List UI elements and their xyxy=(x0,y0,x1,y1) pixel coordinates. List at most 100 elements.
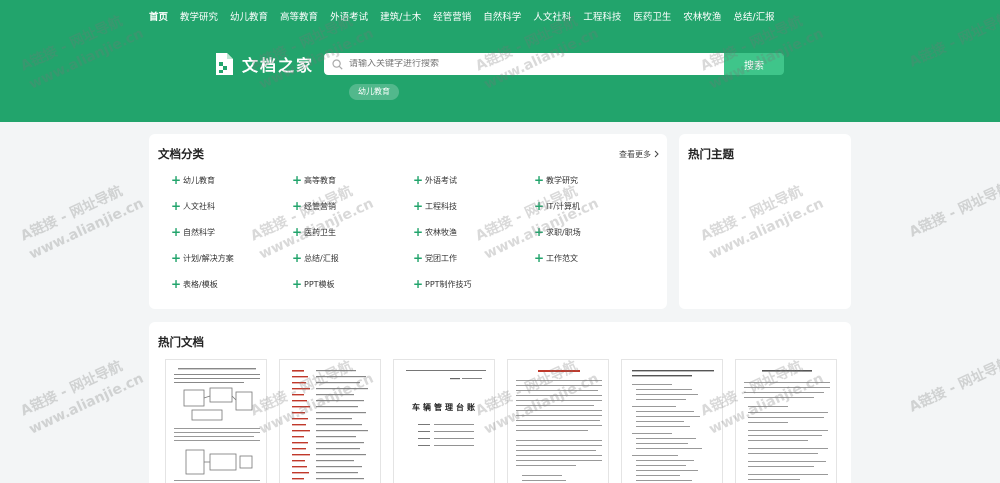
category-item[interactable]: + 高等教育 xyxy=(292,173,413,187)
view-more-label: 查看更多 xyxy=(619,150,651,159)
category-label: 计划/解决方案 xyxy=(183,253,234,263)
watermark: A链接 - 网址导航 xyxy=(906,179,1000,241)
category-label: 高等教育 xyxy=(304,175,336,185)
category-label: 外语考试 xyxy=(425,175,457,185)
plus-icon: + xyxy=(171,199,182,213)
watermark: A链接 - 网址导航 www.alianjie.cn xyxy=(18,183,147,263)
category-item[interactable]: + 幼儿教育 xyxy=(171,173,292,187)
nav-item-language-exams[interactable]: 外语考试 xyxy=(324,10,374,26)
category-item[interactable]: + PPT模板 xyxy=(292,277,413,291)
category-label: 工作范文 xyxy=(546,253,578,263)
category-label: 工程科技 xyxy=(425,201,457,211)
plus-icon: + xyxy=(171,225,182,239)
category-item[interactable]: + IT/计算机 xyxy=(534,199,655,213)
plus-icon: + xyxy=(292,199,303,213)
nav-item-engineering[interactable]: 工程科技 xyxy=(577,10,627,26)
search-input[interactable] xyxy=(349,59,709,69)
nav-item-agriculture[interactable]: 农林牧渔 xyxy=(677,10,727,26)
plus-icon: + xyxy=(292,225,303,239)
category-panel: 文档分类 查看更多 + 幼儿教育 + 高等教育 + 外语考试 + 教学研究 + 人文社科 … xyxy=(149,134,667,309)
category-label: PPT模板 xyxy=(304,279,335,289)
category-item[interactable]: + 计划/解决方案 xyxy=(171,251,292,265)
search-box xyxy=(324,53,724,75)
plus-icon: + xyxy=(171,173,182,187)
category-item[interactable]: + 工作范文 xyxy=(534,251,655,265)
nav-item-home[interactable]: 首页 xyxy=(143,10,174,26)
watermark: A链接 - 网址导航 xyxy=(906,354,1000,416)
search-button[interactable]: 搜索 xyxy=(724,53,784,75)
category-item[interactable]: + 总结/汇报 xyxy=(292,251,413,265)
plus-icon: + xyxy=(534,251,545,265)
header: 首页 教学研究 幼儿教育 高等教育 外语考试 建筑/土木 经管营销 自然科学 人… xyxy=(0,0,1000,122)
hot-topics-title: 热门主题 xyxy=(686,147,736,162)
hot-topics-panel: 热门主题 xyxy=(679,134,851,309)
plus-icon: + xyxy=(292,173,303,187)
plus-icon: + xyxy=(534,173,545,187)
plus-icon: + xyxy=(413,173,424,187)
doc-thumbnail[interactable] xyxy=(279,359,381,483)
logo-text: 文档之家 xyxy=(242,56,315,75)
category-label: 经管营销 xyxy=(304,201,336,211)
category-item[interactable]: + 医药卫生 xyxy=(292,225,413,239)
category-label: 总结/汇报 xyxy=(304,253,339,263)
plus-icon: + xyxy=(413,225,424,239)
category-label: 表格/模板 xyxy=(183,279,218,289)
category-label: 求职/职场 xyxy=(546,227,581,237)
category-item[interactable]: + 教学研究 xyxy=(534,173,655,187)
nav-item-business[interactable]: 经管营销 xyxy=(427,10,477,26)
category-item[interactable]: + 工程科技 xyxy=(413,199,534,213)
search-bar: 搜索 xyxy=(324,53,784,75)
document-logo-icon xyxy=(214,53,234,75)
hot-docs-title: 热门文档 xyxy=(156,335,206,350)
plus-icon: + xyxy=(413,199,424,213)
site-logo[interactable]: 文档之家 xyxy=(214,52,314,76)
nav-item-construction[interactable]: 建筑/土木 xyxy=(374,10,427,26)
nav-item-medicine[interactable]: 医药卫生 xyxy=(627,10,677,26)
doc-thumbnail[interactable] xyxy=(735,359,837,483)
category-label: 农林牧渔 xyxy=(425,227,457,237)
category-label: PPT制作技巧 xyxy=(425,279,472,289)
category-item[interactable]: + PPT制作技巧 xyxy=(413,277,534,291)
category-label: 幼儿教育 xyxy=(183,175,215,185)
plus-icon: + xyxy=(292,277,303,291)
plus-icon: + xyxy=(413,277,424,291)
doc-list: 车辆管理台账 xyxy=(165,359,837,483)
category-item[interactable]: + 自然科学 xyxy=(171,225,292,239)
chevron-right-icon xyxy=(654,150,659,160)
category-item[interactable]: + 经管营销 xyxy=(292,199,413,213)
nav-item-higher-education[interactable]: 高等教育 xyxy=(274,10,324,26)
plus-icon: + xyxy=(292,251,303,265)
category-label: 教学研究 xyxy=(546,175,578,185)
category-title: 文档分类 xyxy=(156,147,206,162)
hot-docs-panel: 热门文档 车辆管理台账 xyxy=(149,322,851,483)
nav-item-natural-science[interactable]: 自然科学 xyxy=(477,10,527,26)
plus-icon: + xyxy=(413,251,424,265)
watermark: A链接 - 网址导航 www.alianjie.cn xyxy=(18,358,147,438)
nav-item-humanities[interactable]: 人文社科 xyxy=(527,10,577,26)
doc-thumbnail[interactable] xyxy=(621,359,723,483)
category-item[interactable]: + 外语考试 xyxy=(413,173,534,187)
hot-search-tag[interactable]: 幼儿教育 xyxy=(349,84,399,100)
category-item[interactable]: + 党团工作 xyxy=(413,251,534,265)
category-label: IT/计算机 xyxy=(546,201,580,211)
nav-item-summary[interactable]: 总结/汇报 xyxy=(727,10,780,26)
category-label: 自然科学 xyxy=(183,227,215,237)
top-nav: 首页 教学研究 幼儿教育 高等教育 外语考试 建筑/土木 经管营销 自然科学 人… xyxy=(143,10,781,26)
category-item[interactable]: + 求职/职场 xyxy=(534,225,655,239)
doc-thumbnail[interactable] xyxy=(507,359,609,483)
category-label: 医药卫生 xyxy=(304,227,336,237)
nav-item-teaching-research[interactable]: 教学研究 xyxy=(174,10,224,26)
category-item[interactable]: + 农林牧渔 xyxy=(413,225,534,239)
view-more-link[interactable]: 查看更多 xyxy=(619,149,659,160)
category-label: 人文社科 xyxy=(183,201,215,211)
doc-thumbnail[interactable] xyxy=(165,359,267,483)
doc-thumbnail[interactable]: 车辆管理台账 xyxy=(393,359,495,483)
doc-heading: 车辆管理台账 xyxy=(412,402,478,412)
nav-item-preschool[interactable]: 幼儿教育 xyxy=(224,10,274,26)
plus-icon: + xyxy=(171,277,182,291)
category-item[interactable]: + 表格/模板 xyxy=(171,277,292,291)
plus-icon: + xyxy=(171,251,182,265)
category-item[interactable]: + 人文社科 xyxy=(171,199,292,213)
category-label: 党团工作 xyxy=(425,253,457,263)
search-icon xyxy=(332,55,343,74)
